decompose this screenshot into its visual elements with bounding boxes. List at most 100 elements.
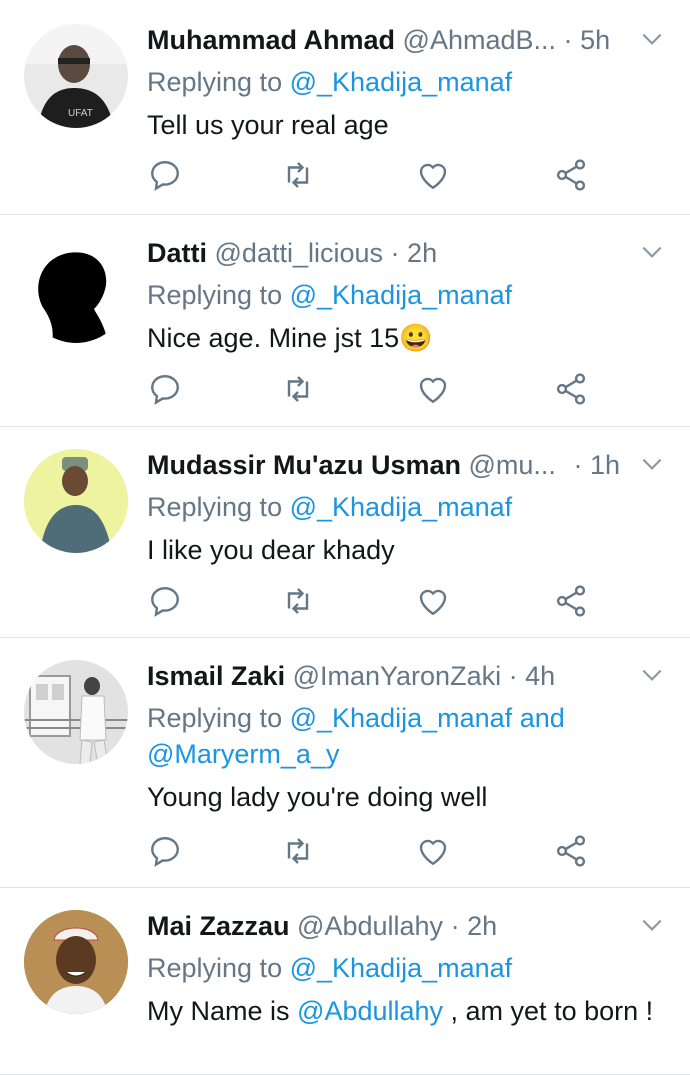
share-icon — [556, 159, 586, 191]
retweet-icon — [287, 162, 309, 188]
chevron-down-icon[interactable] — [639, 239, 665, 265]
separator-dot: · — [573, 450, 583, 480]
like-button[interactable] — [415, 833, 451, 869]
action-bar — [147, 157, 597, 197]
action-bar — [147, 583, 597, 623]
reply-button[interactable] — [147, 157, 183, 193]
author-handle[interactable]: @ImanYaronZaki — [293, 661, 502, 691]
reply-icon — [151, 587, 179, 617]
tweet-header: Mai Zazzau @Abdullahy · 2h — [147, 908, 662, 944]
reply-button[interactable] — [147, 833, 183, 869]
replying-label: Replying to — [147, 953, 283, 983]
author-handle[interactable]: @Abdullahy — [297, 911, 443, 941]
avatar[interactable] — [24, 660, 128, 764]
tweet-header: Datti @datti_licious · 2h — [147, 235, 662, 271]
action-bar — [147, 371, 597, 411]
tweet-text: Young lady you're doing well — [147, 778, 660, 816]
tweet-text: My Name is @Abdullahy , am yet to born ! — [147, 992, 660, 1030]
timestamp[interactable]: 1h — [590, 450, 620, 480]
mention-link[interactable]: @_Khadija_manaf — [290, 67, 513, 97]
author-name[interactable]: Ismail Zaki — [147, 661, 285, 691]
mention-link[interactable]: @Maryerm_a_y — [147, 739, 339, 769]
avatar[interactable] — [24, 239, 128, 343]
tweet-text-part: Nice age. Mine jst 15 — [147, 323, 400, 353]
retweet-icon — [287, 588, 309, 614]
replying-to: Replying to @_Khadija_manaf — [147, 950, 660, 986]
like-icon — [419, 377, 447, 404]
timestamp[interactable]: 2h — [467, 911, 497, 941]
share-icon — [556, 835, 586, 867]
tweet-text-part: , am yet to born ! — [443, 996, 654, 1026]
author-name[interactable]: Mai Zazzau — [147, 911, 290, 941]
retweet-icon — [287, 838, 309, 864]
mention-link[interactable]: @_Khadija_manaf — [290, 703, 513, 733]
chevron-down-icon[interactable] — [639, 662, 665, 688]
grinning-face-emoji: 😀 — [399, 323, 433, 353]
reply-button[interactable] — [147, 583, 183, 619]
avatar-image — [24, 449, 128, 553]
tweet-text-part: My Name is — [147, 996, 298, 1026]
chevron-down-icon[interactable] — [639, 451, 665, 477]
avatar[interactable] — [24, 910, 128, 1014]
replying-label: Replying to — [147, 703, 283, 733]
share-button[interactable] — [553, 833, 589, 869]
tweet-text-part: Tell us your real age — [147, 110, 389, 140]
replying-to: Replying to @_Khadija_manaf — [147, 489, 660, 525]
timestamp[interactable]: 4h — [525, 661, 555, 691]
replying-to: Replying to @_Khadija_manaf and @Maryerm… — [147, 700, 660, 772]
reply-button[interactable] — [147, 371, 183, 407]
mention-link[interactable]: @_Khadija_manaf — [290, 492, 513, 522]
author-name[interactable]: Datti — [147, 238, 207, 268]
timestamp[interactable]: 2h — [407, 238, 437, 268]
tweet[interactable]: Mai Zazzau @Abdullahy · 2h Replying to @… — [0, 888, 690, 1074]
tweet[interactable]: Ismail Zaki @ImanYaronZaki · 4h Replying… — [0, 638, 690, 888]
replying-label: Replying to — [147, 280, 283, 310]
retweet-button[interactable] — [280, 371, 316, 407]
chevron-down-icon[interactable] — [639, 26, 665, 52]
mention-link[interactable]: @_Khadija_manaf — [290, 953, 513, 983]
author-handle[interactable]: @mu... — [469, 450, 556, 480]
retweet-icon — [287, 376, 309, 402]
tweet[interactable]: UFAT Muhammad Ahmad @AhmadB... · 5h Repl… — [0, 0, 690, 215]
author-handle[interactable]: @datti_licious — [215, 238, 384, 268]
replying-label: Replying to — [147, 492, 283, 522]
retweet-button[interactable] — [280, 157, 316, 193]
separator-dot: · — [508, 661, 518, 691]
svg-text:UFAT: UFAT — [68, 108, 93, 119]
share-icon — [556, 373, 586, 405]
share-button[interactable] — [553, 157, 589, 193]
tweet-text: Nice age. Mine jst 15😀 — [147, 319, 660, 357]
separator-dot: · — [563, 25, 573, 55]
avatar[interactable] — [24, 449, 128, 553]
replying-conjunction: and — [519, 703, 565, 733]
reply-icon — [151, 375, 179, 405]
tweet[interactable]: Datti @datti_licious · 2h Replying to @_… — [0, 215, 690, 427]
share-button[interactable] — [553, 583, 589, 619]
author-handle[interactable]: @AhmadB... — [403, 25, 556, 55]
tweet-text: Tell us your real age — [147, 106, 660, 144]
chevron-down-icon[interactable] — [639, 912, 665, 938]
replying-label: Replying to — [147, 67, 283, 97]
like-button[interactable] — [415, 157, 451, 193]
retweet-button[interactable] — [280, 583, 316, 619]
tweet-text-part: I like you dear khady — [147, 535, 395, 565]
reply-icon — [151, 161, 179, 191]
like-button[interactable] — [415, 371, 451, 407]
avatar[interactable]: UFAT — [24, 24, 128, 128]
author-name[interactable]: Muhammad Ahmad — [147, 25, 395, 55]
mention-link[interactable]: @_Khadija_manaf — [290, 280, 513, 310]
timestamp[interactable]: 5h — [580, 25, 610, 55]
tweet[interactable]: Mudassir Mu'azu Usman @mu... · 1h Replyi… — [0, 427, 690, 638]
mention-link[interactable]: @Abdullahy — [297, 996, 443, 1026]
like-button[interactable] — [415, 583, 451, 619]
like-icon — [419, 163, 447, 190]
separator-dot: · — [450, 911, 460, 941]
retweet-button[interactable] — [280, 833, 316, 869]
share-icon — [556, 585, 586, 617]
tweet-text: I like you dear khady — [147, 531, 660, 569]
tweet-header: Ismail Zaki @ImanYaronZaki · 4h — [147, 658, 662, 694]
share-button[interactable] — [553, 371, 589, 407]
like-icon — [419, 839, 447, 866]
author-name[interactable]: Mudassir Mu'azu Usman — [147, 450, 461, 480]
reply-icon — [151, 837, 179, 867]
